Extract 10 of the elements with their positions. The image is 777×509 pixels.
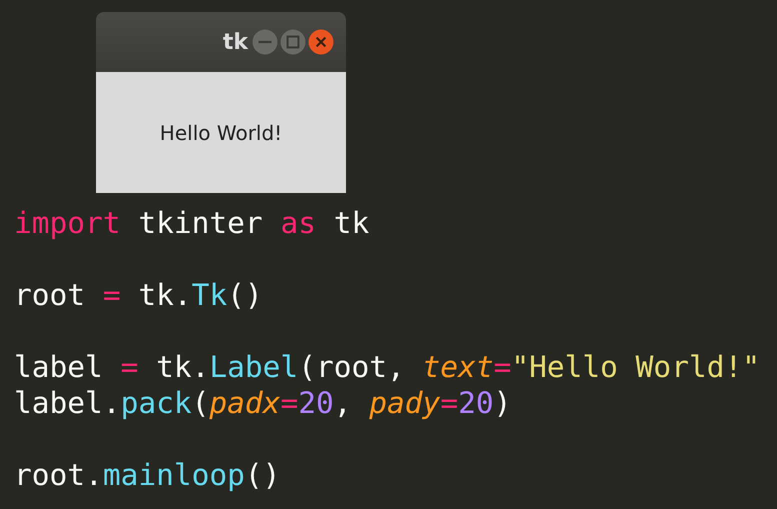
code-line: root.mainloop() (14, 457, 282, 493)
minimize-icon[interactable] (252, 29, 278, 55)
close-icon[interactable] (308, 29, 334, 55)
code-line: root = tk.Tk() (14, 277, 264, 313)
code-line: label.pack(padx=20, pady=20) (14, 385, 512, 421)
window-title: tk (222, 30, 248, 54)
maximize-icon[interactable] (280, 29, 306, 55)
hello-label: Hello World! (160, 120, 282, 144)
code-line: label = tk.Label(root, text="Hello World!" (14, 349, 761, 385)
code-line: import tkinter as tk (14, 205, 370, 241)
